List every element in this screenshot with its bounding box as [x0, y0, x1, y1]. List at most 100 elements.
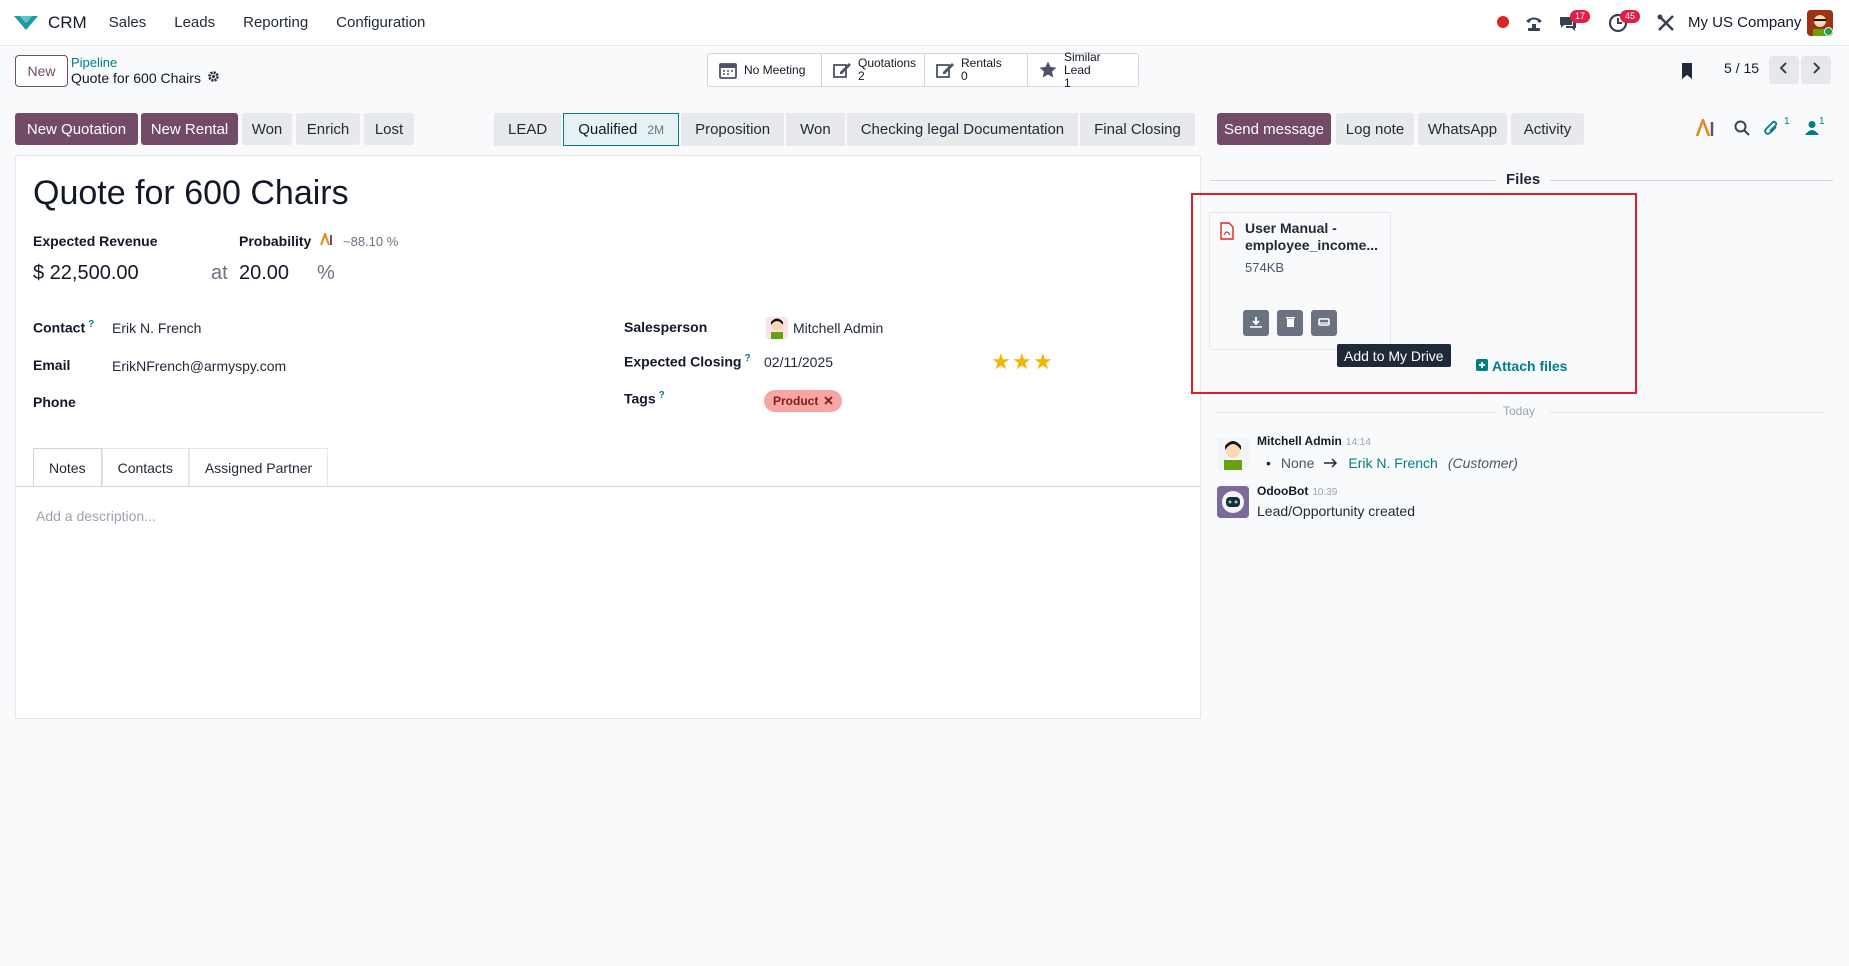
probability-field[interactable]: 20.00 — [239, 262, 289, 285]
calendar-icon — [718, 60, 738, 80]
recording-indicator-icon[interactable] — [1497, 16, 1509, 28]
message-time: 14:14 — [1345, 437, 1371, 448]
activity-button[interactable]: Activity — [1511, 113, 1584, 145]
help-icon[interactable]: ? — [88, 319, 94, 330]
bullet-icon: • — [1266, 455, 1271, 471]
followers-count: 1 — [1819, 116, 1825, 127]
message-author[interactable]: OdooBot 10:39 — [1257, 484, 1337, 498]
pager-previous-button[interactable] — [1769, 56, 1799, 84]
meeting-label: No Meeting — [744, 62, 806, 77]
new-quotation-button[interactable]: New Quotation — [15, 113, 138, 145]
gear-icon[interactable] — [207, 70, 220, 86]
rentals-count: 0 — [961, 69, 968, 83]
tab-assigned-partner[interactable]: Assigned Partner — [188, 448, 329, 487]
chevron-right-icon — [1810, 61, 1822, 79]
files-divider-left — [1210, 180, 1496, 181]
download-icon — [1250, 315, 1262, 332]
stage-proposition[interactable]: Proposition — [681, 113, 785, 146]
menu-leads[interactable]: Leads — [174, 14, 215, 31]
message-author-avatar[interactable] — [1217, 438, 1249, 470]
notebook-tabs: Notes Contacts Assigned Partner — [33, 448, 329, 487]
breadcrumb-current: Quote for 600 Chairs — [71, 70, 220, 86]
bookmark-icon[interactable] — [1679, 62, 1695, 84]
tab-notes[interactable]: Notes — [33, 448, 102, 487]
menu-reporting[interactable]: Reporting — [243, 14, 308, 31]
chevron-left-icon — [1778, 61, 1790, 79]
quotations-smart-button[interactable]: Quotations 2 — [822, 54, 925, 86]
chat-badge: 17 — [1570, 10, 1591, 23]
ai-icon[interactable] — [1695, 116, 1716, 141]
stage-label: Won — [800, 121, 831, 138]
search-icon[interactable] — [1734, 120, 1750, 140]
delete-button[interactable] — [1277, 310, 1303, 336]
stage-label: Qualified — [578, 121, 638, 138]
expected-revenue-field[interactable]: $ 22,500.00 — [33, 262, 139, 285]
tab-contacts[interactable]: Contacts — [101, 448, 189, 487]
rentals-smart-button[interactable]: Rentals 0 — [925, 54, 1028, 86]
stage-lead[interactable]: LEAD — [494, 113, 562, 146]
new-value[interactable]: Erik N. French — [1348, 455, 1437, 471]
new-record-button[interactable]: New — [15, 55, 68, 87]
priority-star-icon[interactable]: ★ — [1033, 349, 1053, 375]
tracking-value: • None Erik N. French (Customer) — [1266, 455, 1518, 471]
send-message-button[interactable]: Send message — [1217, 113, 1331, 145]
paperclip-icon[interactable] — [1764, 120, 1780, 140]
priority-star-icon[interactable]: ★ — [991, 349, 1011, 375]
log-note-button[interactable]: Log note — [1336, 113, 1414, 145]
probability-label: Probability — [239, 233, 312, 249]
stage-final-closing[interactable]: Final Closing — [1080, 113, 1195, 146]
field-name: (Customer) — [1447, 455, 1518, 471]
breadcrumb-pipeline[interactable]: Pipeline — [71, 55, 117, 70]
menu-configuration[interactable]: Configuration — [336, 14, 425, 31]
expected-closing-field[interactable]: 02/11/2025 — [764, 354, 833, 370]
stage-checking-legal[interactable]: Checking legal Documentation — [846, 113, 1079, 146]
meeting-smart-button[interactable]: No Meeting — [708, 54, 822, 86]
similar-lead-smart-button[interactable]: Similar Lead 1 — [1028, 50, 1138, 89]
new-rental-button[interactable]: New Rental — [141, 113, 238, 145]
lost-button[interactable]: Lost — [364, 113, 414, 145]
company-switcher[interactable]: My US Company — [1688, 14, 1801, 31]
phone-icon[interactable] — [1523, 12, 1545, 34]
today-divider-left — [1216, 412, 1496, 413]
ai-icon[interactable] — [320, 231, 334, 250]
download-button[interactable] — [1243, 310, 1269, 336]
ai-probability: ~88.10 % — [343, 234, 399, 249]
pager-next-button[interactable] — [1801, 56, 1831, 84]
stage-won[interactable]: Won — [786, 113, 845, 146]
message-author[interactable]: Mitchell Admin 14:14 — [1257, 434, 1371, 448]
salesperson-field[interactable]: Mitchell Admin — [793, 320, 883, 336]
phone-label: Phone — [33, 394, 76, 410]
add-to-drive-button[interactable] — [1311, 310, 1337, 336]
attachment-name-line2: employee_income... — [1245, 237, 1379, 253]
whatsapp-button[interactable]: WhatsApp — [1418, 113, 1507, 145]
help-icon[interactable]: ? — [744, 353, 750, 364]
menu-sales[interactable]: Sales — [109, 14, 147, 31]
phone-field[interactable] — [112, 394, 512, 412]
quotations-count: 2 — [858, 69, 865, 83]
lead-title[interactable]: Quote for 600 Chairs — [33, 174, 349, 213]
attachment-name-line1: User Manual - — [1245, 220, 1337, 236]
attachment-card[interactable]: User Manual - employee_income... 574KB — [1209, 212, 1391, 350]
stage-label: Checking legal Documentation — [860, 121, 1065, 138]
expected-closing-label-text: Expected Closing — [624, 353, 742, 370]
won-button[interactable]: Won — [242, 113, 292, 145]
contact-field[interactable]: Erik N. French — [112, 320, 201, 336]
attach-files-button[interactable]: Attach files — [1476, 358, 1567, 374]
description-field[interactable]: Add a description... — [36, 508, 156, 524]
message-body: Lead/Opportunity created — [1257, 503, 1415, 519]
followers-icon[interactable] — [1805, 120, 1819, 140]
email-field[interactable]: ErikNFrench@armyspy.com — [112, 358, 286, 374]
help-icon[interactable]: ? — [659, 390, 665, 401]
pager-value[interactable]: 5 / 15 — [1724, 60, 1759, 76]
remove-tag-icon[interactable] — [824, 394, 833, 408]
enrich-button[interactable]: Enrich — [296, 113, 360, 145]
attach-files-label: Attach files — [1492, 358, 1568, 374]
today-divider-right — [1550, 412, 1825, 413]
odoobot-avatar[interactable] — [1217, 486, 1249, 518]
stage-qualified[interactable]: Qualified 2M — [563, 113, 680, 146]
tag-product[interactable]: Product — [764, 390, 843, 412]
app-name[interactable]: CRM — [48, 13, 87, 33]
tools-icon[interactable] — [1655, 12, 1677, 34]
priority-star-icon[interactable]: ★ — [1012, 349, 1032, 375]
crm-logo-icon[interactable] — [12, 13, 42, 33]
